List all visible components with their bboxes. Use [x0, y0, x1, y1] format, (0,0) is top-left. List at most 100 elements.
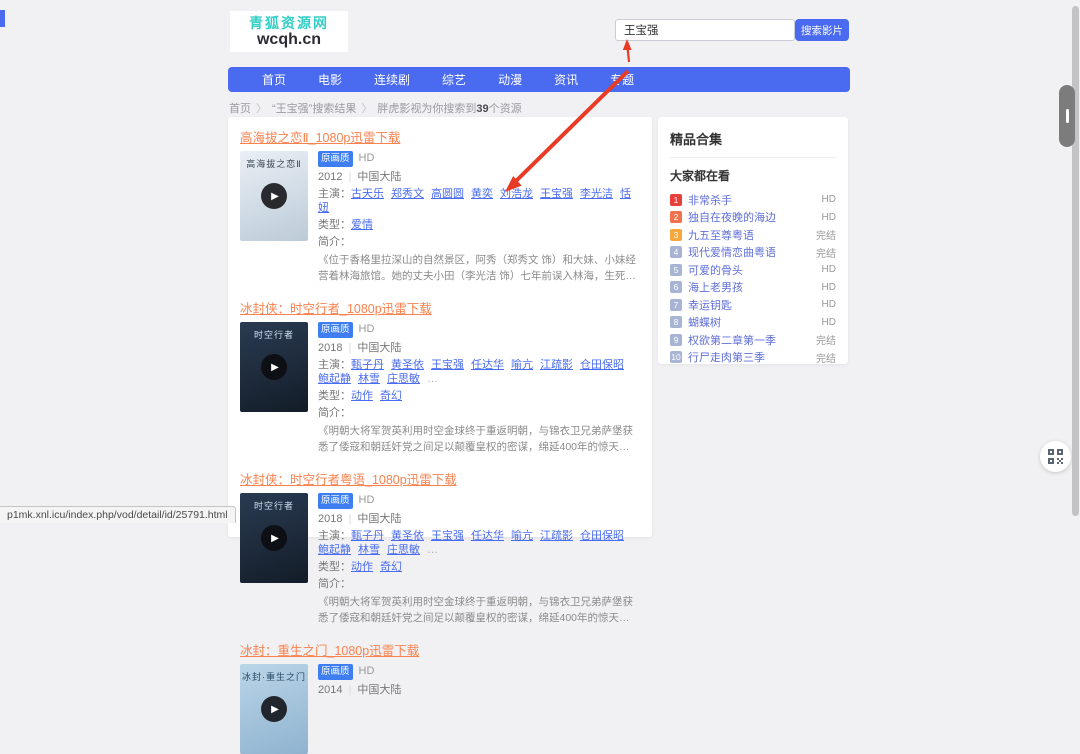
popular-list: 1非常杀手HD2独自在夜晚的海边HD3九五至尊粤语完结4现代爱情恋曲粤语完结5可… — [670, 191, 836, 366]
genre-link[interactable]: 动作 — [351, 561, 373, 573]
popular-item-link[interactable]: 权欲第二章第一季 — [688, 332, 810, 348]
rank-badge: 5 — [670, 264, 682, 276]
rank-badge: 9 — [670, 334, 682, 346]
movie-title-link[interactable]: 冰封侠：时空行者_1080p迅雷下载 — [240, 298, 432, 317]
movie-poster[interactable]: 时空行者▶ — [240, 493, 308, 583]
quality-badge: 原画质 — [318, 493, 353, 509]
year-text: 2014 — [318, 684, 342, 696]
actor-link[interactable]: 江疏影 — [540, 530, 573, 542]
search-input[interactable] — [615, 19, 795, 41]
popular-item-link[interactable]: 蝴蝶树 — [688, 314, 816, 330]
play-button[interactable]: ▶ — [261, 696, 287, 722]
actors-label: 主演： — [318, 530, 351, 542]
scrollbar-thumb[interactable] — [1059, 85, 1075, 147]
left-edge-marker — [0, 10, 5, 27]
popular-item-link[interactable]: 行尸走肉第三季 — [688, 349, 810, 365]
genre-link[interactable]: 动作 — [351, 390, 373, 402]
movie-result-item: 高海拔之恋Ⅱ_1080p迅雷下载高海拔之恋Ⅱ▶原画质HD2012|中国大陆主演：… — [240, 127, 640, 284]
actor-link[interactable]: 林雪 — [358, 373, 380, 385]
actor-link[interactable]: 任达华 — [471, 359, 504, 371]
movie-title-link[interactable]: 冰封：重生之门_1080p迅雷下载 — [240, 640, 419, 659]
actor-link[interactable]: 鲍起静 — [318, 373, 351, 385]
rank-badge: 10 — [670, 351, 682, 363]
actor-link[interactable]: 鲍起静 — [318, 544, 351, 556]
actor-link[interactable]: 黄奕 — [471, 188, 493, 200]
genre-label: 类型： — [318, 390, 351, 402]
actor-link[interactable]: 高圆圆 — [431, 188, 464, 200]
genre-label: 类型： — [318, 561, 351, 573]
nav-item-0[interactable]: 首页 — [246, 71, 302, 88]
popular-item-link[interactable]: 独自在夜晚的海边 — [688, 209, 816, 225]
play-button[interactable]: ▶ — [261, 525, 287, 551]
nav-item-1[interactable]: 电影 — [302, 71, 358, 88]
sidebar-panel: 精品合集 大家都在看 1非常杀手HD2独自在夜晚的海边HD3九五至尊粤语完结4现… — [658, 117, 848, 364]
actor-link[interactable]: 甄子丹 — [351, 359, 384, 371]
scrollbar-track[interactable] — [1072, 6, 1079, 516]
actor-link[interactable]: 林雪 — [358, 544, 380, 556]
actor-link[interactable]: 甄子丹 — [351, 530, 384, 542]
quality-badge: 原画质 — [318, 322, 353, 338]
qr-code-icon — [1048, 449, 1063, 464]
popular-item-link[interactable]: 九五至尊粤语 — [688, 227, 810, 243]
search-button[interactable]: 搜索影片 — [795, 19, 849, 41]
poster-title-text: 时空行者 — [240, 322, 308, 341]
movie-title-link[interactable]: 冰封侠：时空行者粤语_1080p迅雷下载 — [240, 469, 457, 488]
region-text: 中国大陆 — [357, 684, 401, 696]
quality-line: 原画质HD — [318, 664, 640, 680]
actor-link[interactable]: 喻亢 — [511, 359, 533, 371]
actor-link[interactable]: 王宝强 — [431, 359, 464, 371]
genre-link[interactable]: 奇幻 — [380, 561, 402, 573]
actor-link[interactable]: 郑秀文 — [391, 188, 424, 200]
actor-link[interactable]: 王宝强 — [540, 188, 573, 200]
actors-more: … — [427, 544, 438, 556]
breadcrumb-home[interactable]: 首页 — [229, 103, 251, 115]
play-icon: ▶ — [271, 704, 279, 715]
actor-link[interactable]: 仓田保昭 — [580, 530, 624, 542]
popular-item-link[interactable]: 幸运钥匙 — [688, 297, 816, 313]
breadcrumb: 首页〉“王宝强”搜索结果〉胖虎影视为你搜索到39个资源 — [229, 100, 522, 116]
actor-link[interactable]: 王宝强 — [431, 530, 464, 542]
actor-link[interactable]: 黄圣依 — [391, 530, 424, 542]
nav-item-5[interactable]: 资讯 — [538, 71, 594, 88]
actor-link[interactable]: 刘浩龙 — [500, 188, 533, 200]
popular-list-item: 3九五至尊粤语完结 — [670, 226, 836, 244]
search-arrow — [623, 39, 632, 62]
nav-item-4[interactable]: 动漫 — [482, 71, 538, 88]
actor-link[interactable]: 仓田保昭 — [580, 359, 624, 371]
quality-badge: 原画质 — [318, 664, 353, 680]
genre-link[interactable]: 奇幻 — [380, 390, 402, 402]
actor-link[interactable]: 李光洁 — [580, 188, 613, 200]
actor-link[interactable]: 喻亢 — [511, 530, 533, 542]
popular-list-item: 4现代爱情恋曲粤语完结 — [670, 244, 836, 262]
movie-result-item: 冰封侠：时空行者粤语_1080p迅雷下载时空行者▶原画质HD2018|中国大陆主… — [240, 469, 640, 626]
play-button[interactable]: ▶ — [261, 183, 287, 209]
genre-link[interactable]: 爱情 — [351, 219, 373, 231]
actor-link[interactable]: 古天乐 — [351, 188, 384, 200]
actor-link[interactable]: 江疏影 — [540, 359, 573, 371]
popular-item-link[interactable]: 非常杀手 — [688, 192, 816, 208]
nav-item-3[interactable]: 综艺 — [426, 71, 482, 88]
popular-item-status: HD — [822, 194, 836, 205]
nav-item-2[interactable]: 连续剧 — [358, 71, 426, 88]
year-region-line: 2018|中国大陆 — [318, 341, 640, 355]
popular-item-link[interactable]: 海上老男孩 — [688, 279, 816, 295]
site-logo[interactable]: 青狐资源网 wcqh.cn — [230, 11, 348, 52]
actor-link[interactable]: 庄思敏 — [387, 544, 420, 556]
actor-link[interactable]: 庄思敏 — [387, 373, 420, 385]
qr-code-button[interactable] — [1040, 441, 1071, 472]
logo-title: 青狐资源网 — [249, 15, 329, 31]
popular-item-link[interactable]: 现代爱情恋曲粤语 — [688, 244, 810, 260]
popular-item-link[interactable]: 可爱的骨头 — [688, 262, 816, 278]
popular-item-status: HD — [822, 212, 836, 223]
actor-link[interactable]: 任达华 — [471, 530, 504, 542]
actor-link[interactable]: 黄圣依 — [391, 359, 424, 371]
movie-poster[interactable]: 时空行者 ▶ — [240, 322, 308, 412]
play-button[interactable]: ▶ — [261, 354, 287, 380]
movie-result-item: 冰封：重生之门_1080p迅雷下载冰封·重生之门▶原画质HD2014|中国大陆 — [240, 640, 640, 754]
movie-title-link[interactable]: 高海拔之恋Ⅱ_1080p迅雷下载 — [240, 127, 400, 146]
quality-text: HD — [359, 152, 375, 164]
movie-poster[interactable]: 高海拔之恋Ⅱ▶ — [240, 151, 308, 241]
movie-poster[interactable]: 冰封·重生之门▶ — [240, 664, 308, 754]
nav-item-6[interactable]: 专题 — [594, 71, 650, 88]
play-icon: ▶ — [271, 533, 279, 544]
